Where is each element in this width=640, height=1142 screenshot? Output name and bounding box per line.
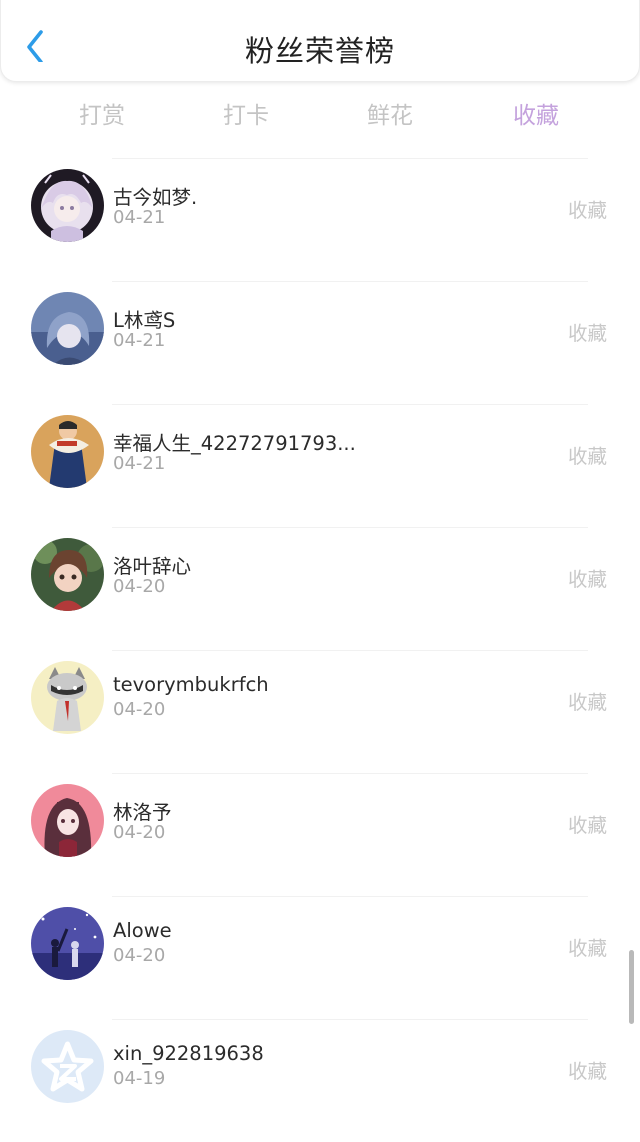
list-item[interactable]: 古今如梦. 04-21 收藏 bbox=[0, 158, 640, 281]
list-item[interactable]: 洛叶辞心 04-20 收藏 bbox=[0, 527, 640, 650]
fan-name: 幸福人生_42272791793... bbox=[113, 432, 356, 455]
list-item[interactable]: xin_922819638 04-19 收藏 bbox=[0, 1019, 640, 1142]
fan-action-label: 收藏 bbox=[567, 445, 607, 468]
fan-action-label: 收藏 bbox=[567, 814, 607, 837]
list-item[interactable]: 林洛予 04-20 收藏 bbox=[0, 773, 640, 896]
top-nav-bar: 粉丝荣誉榜 bbox=[0, 0, 640, 82]
divider bbox=[112, 773, 588, 774]
avatar[interactable] bbox=[31, 538, 104, 611]
list-item[interactable]: 幸福人生_42272791793... 04-21 收藏 bbox=[0, 404, 640, 527]
fan-action-label: 收藏 bbox=[567, 1060, 607, 1083]
fan-date: 04-21 bbox=[113, 330, 166, 351]
fan-date: 04-20 bbox=[113, 576, 166, 597]
divider bbox=[112, 527, 588, 528]
tab-bar: 打赏 打卡 鲜花 收藏 bbox=[0, 88, 640, 136]
fan-action-label: 收藏 bbox=[567, 568, 607, 591]
fan-name: L林鸢S bbox=[113, 309, 176, 332]
divider bbox=[112, 1019, 588, 1020]
fan-date: 04-21 bbox=[113, 207, 166, 228]
list-item[interactable]: tevorymbukrfch 04-20 收藏 bbox=[0, 650, 640, 773]
list-item[interactable]: L林鸢S 04-21 收藏 bbox=[0, 281, 640, 404]
fan-name: xin_922819638 bbox=[113, 1042, 264, 1065]
avatar[interactable] bbox=[31, 907, 104, 980]
divider bbox=[112, 650, 588, 651]
fan-date: 04-20 bbox=[113, 945, 166, 966]
fan-action-label: 收藏 bbox=[567, 937, 607, 960]
fan-date: 04-20 bbox=[113, 822, 166, 843]
fan-name: 古今如梦. bbox=[113, 186, 198, 209]
tab-checkin[interactable]: 打卡 bbox=[196, 96, 296, 130]
list-item[interactable]: Alowe 04-20 收藏 bbox=[0, 896, 640, 1019]
fan-date: 04-20 bbox=[113, 699, 166, 720]
fan-name: Alowe bbox=[113, 919, 172, 942]
divider bbox=[112, 404, 588, 405]
avatar[interactable] bbox=[31, 415, 104, 488]
avatar[interactable] bbox=[31, 169, 104, 242]
tab-flowers[interactable]: 鲜花 bbox=[340, 96, 440, 130]
fan-name: tevorymbukrfch bbox=[113, 673, 269, 696]
fan-date: 04-19 bbox=[113, 1068, 166, 1089]
fan-name: 洛叶辞心 bbox=[113, 555, 192, 578]
divider bbox=[112, 896, 588, 897]
fan-date: 04-21 bbox=[113, 453, 166, 474]
fan-action-label: 收藏 bbox=[567, 691, 607, 714]
avatar[interactable] bbox=[31, 292, 104, 365]
page-title: 粉丝荣誉榜 bbox=[244, 34, 395, 68]
avatar[interactable] bbox=[31, 661, 104, 734]
fan-action-label: 收藏 bbox=[567, 322, 607, 345]
tab-tip[interactable]: 打赏 bbox=[52, 96, 152, 130]
scrollbar[interactable] bbox=[629, 950, 634, 1024]
fan-name: 林洛予 bbox=[113, 801, 172, 824]
tab-favorites[interactable]: 收藏 bbox=[486, 96, 586, 130]
divider bbox=[112, 281, 588, 282]
fan-list: 古今如梦. 04-21 收藏 L林鸢S 04-21 收藏 幸福人生_422727… bbox=[0, 158, 640, 1142]
fan-action-label: 收藏 bbox=[567, 199, 607, 222]
avatar[interactable] bbox=[31, 784, 104, 857]
avatar[interactable] bbox=[31, 1030, 104, 1103]
divider bbox=[112, 158, 588, 159]
